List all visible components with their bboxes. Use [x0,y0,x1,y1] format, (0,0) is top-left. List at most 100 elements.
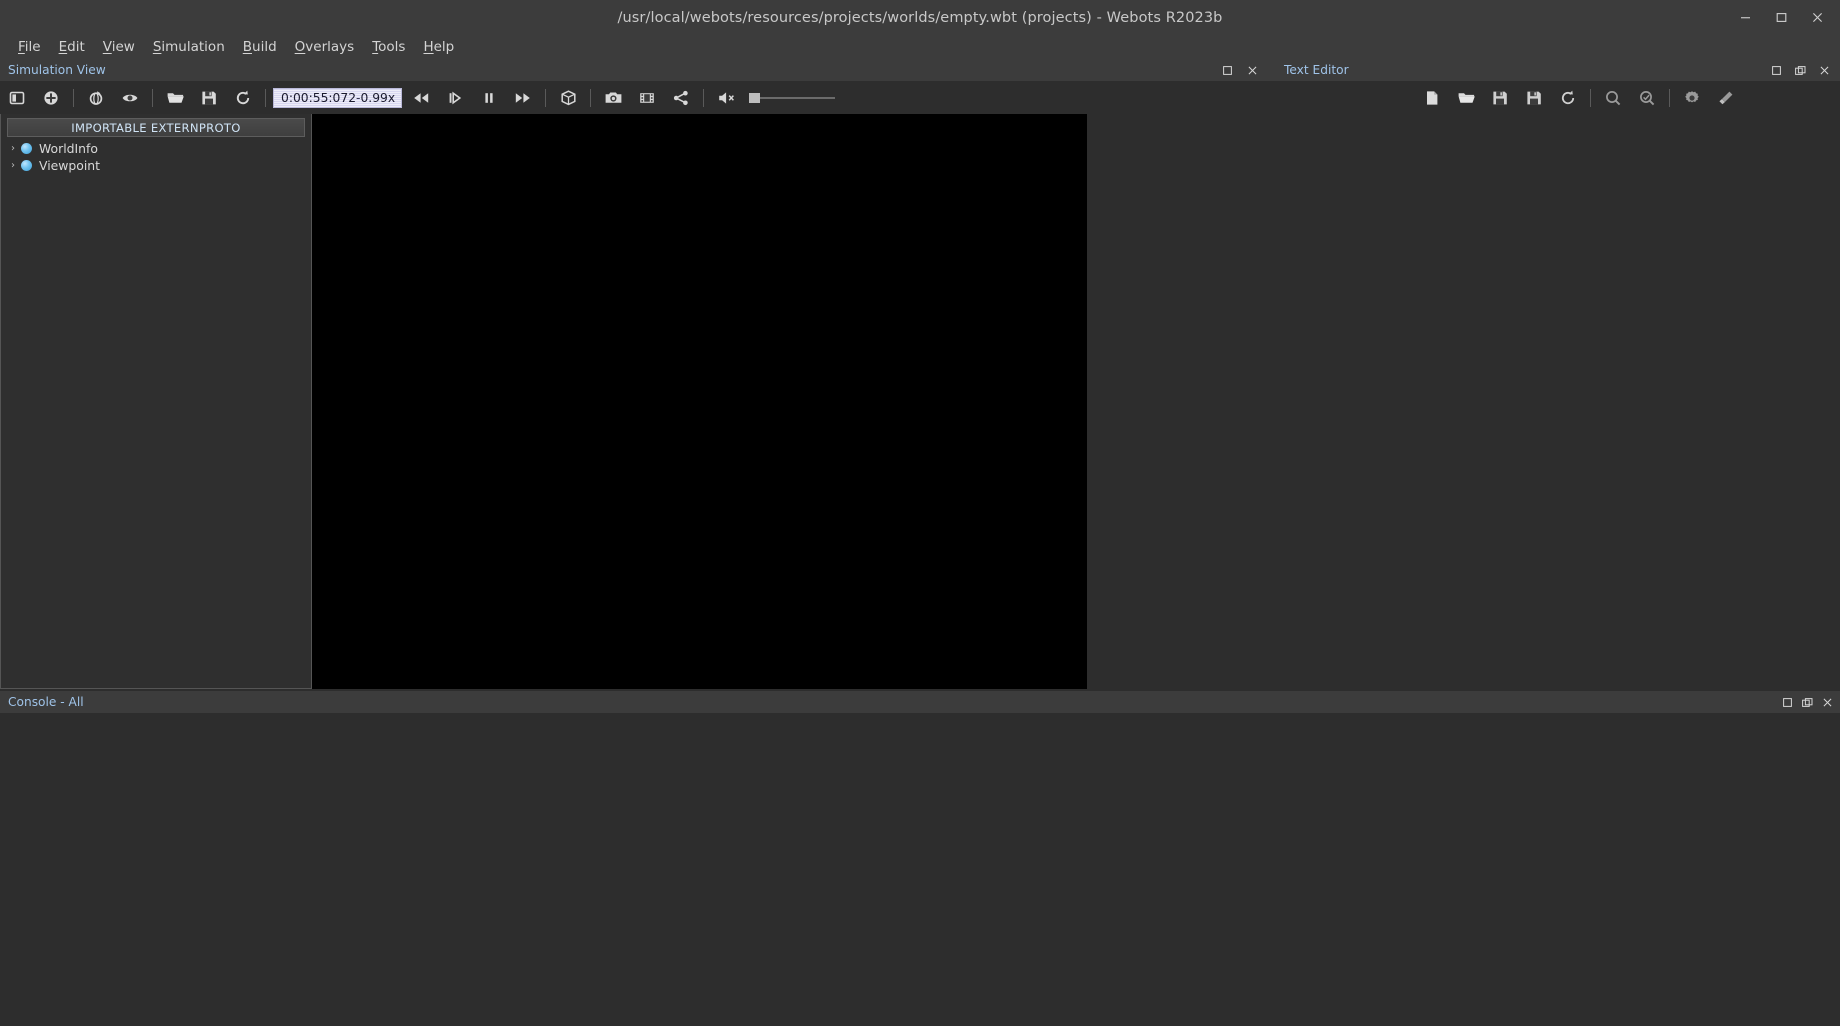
clean-button[interactable] [1709,83,1743,113]
open-world-button[interactable] [158,83,192,113]
menu-view[interactable]: View [94,37,144,57]
menu-bar: File Edit View Simulation Build Overlays… [0,35,1840,59]
sound-volume-button[interactable] [709,83,743,113]
step-simulation-button[interactable] [438,83,472,113]
simulation-view-label: Simulation View [8,63,106,77]
tree-node-viewpoint[interactable]: › Viewpoint [1,157,311,174]
menu-overlays[interactable]: Overlays [286,37,364,57]
console-undock-button[interactable] [1778,693,1796,711]
find-replace-button[interactable] [1630,83,1664,113]
close-button[interactable] [1800,3,1834,33]
menu-tools-label: ools [378,39,406,55]
save-as-disk-icon [1527,91,1541,104]
screenshot-button[interactable] [596,83,630,113]
editor-settings-button[interactable] [1675,83,1709,113]
console-output-area[interactable] [0,713,1840,1026]
menu-build[interactable]: Build [234,37,286,57]
importable-externproto-button[interactable]: IMPORTABLE EXTERNPROTO [7,118,305,137]
menu-simulation[interactable]: Simulation [144,37,234,57]
rendering-button[interactable] [551,83,585,113]
console-window-controls [1778,693,1836,711]
fast-forward-icon [515,92,530,103]
pause-simulation-button[interactable] [472,83,506,113]
node-sphere-icon [21,160,32,171]
menu-help-label: elp [433,39,455,55]
window-title: /usr/local/webots/resources/projects/wor… [617,9,1223,26]
tree-node-label: Viewpoint [39,158,101,173]
orientation-button[interactable] [79,83,113,113]
eye-icon [122,94,138,101]
view-button[interactable] [113,83,147,113]
window-controls [1728,0,1834,35]
save-as-file-button[interactable] [1517,83,1551,113]
orientation-icon [89,90,103,105]
menu-overlays-label: verlays [305,39,355,55]
toggle-sidebar-button[interactable] [0,83,34,113]
toolbar-separator [545,88,546,107]
step-icon [449,91,462,104]
panel-header-strip: Simulation View Text Editor [0,59,1840,81]
new-file-icon [1427,90,1438,105]
save-world-button[interactable] [192,83,226,113]
console-float-button[interactable] [1798,693,1816,711]
revert-file-button[interactable] [1551,83,1585,113]
menu-help-mnemonic: H [423,39,434,55]
volume-slider[interactable] [749,89,835,107]
open-file-button[interactable] [1449,83,1483,113]
save-file-button[interactable] [1483,83,1517,113]
save-disk-icon [1493,91,1507,104]
clean-brush-icon [1719,91,1733,104]
text-editor-close-button[interactable] [1815,61,1833,79]
toolbar-separator [265,88,266,107]
text-editor-undock-button[interactable] [1767,61,1785,79]
share-button[interactable] [664,83,698,113]
tree-node-worldinfo[interactable]: › WorldInfo [1,140,311,157]
volume-slider-handle[interactable] [749,92,760,103]
reset-simulation-button[interactable] [404,83,438,113]
text-editor-toolbar [1415,81,1743,114]
find-button[interactable] [1596,83,1630,113]
tree-node-label: WorldInfo [39,141,98,156]
add-node-icon [44,90,58,105]
simulation-time-field[interactable]: 0:00:55:072 - 0.99x [273,87,402,108]
console-close-button[interactable] [1818,693,1836,711]
text-editor-area[interactable] [1087,114,1840,689]
toolbar-separator [1669,88,1670,107]
node-sphere-icon [21,143,32,154]
text-editor-float-button[interactable] [1791,61,1809,79]
menu-tools[interactable]: Tools [363,37,414,57]
scene-tree-panel: IMPORTABLE EXTERNPROTO › WorldInfo › Vie… [0,114,312,689]
menu-edit-label: dit [67,39,85,55]
make-movie-button[interactable] [630,83,664,113]
revert-icon [1561,90,1575,104]
simulation-speed-value: 0.99x [360,90,396,105]
simulation-toolbar: 0:00:55:072 - 0.99x [0,81,835,114]
new-file-button[interactable] [1415,83,1449,113]
menu-build-mnemonic: B [242,39,253,55]
reload-world-button[interactable] [226,83,260,113]
menu-edit[interactable]: Edit [50,37,94,57]
toggle-sidebar-icon [9,91,25,104]
menu-simulation-label: imulation [161,39,225,55]
title-bar: /usr/local/webots/resources/projects/wor… [0,0,1840,35]
menu-file-label: ile [24,39,41,55]
expand-chevron-icon[interactable]: › [5,143,21,154]
share-icon [673,90,688,105]
maximize-button[interactable] [1764,3,1798,33]
menu-help[interactable]: Help [414,37,463,57]
reload-icon [236,90,250,104]
simulation-3d-viewport[interactable] [312,114,1087,689]
add-node-button[interactable] [34,83,68,113]
minimize-button[interactable] [1728,3,1762,33]
menu-overlays-mnemonic: O [294,39,306,55]
simulation-view-undock-button[interactable] [1218,61,1236,79]
menu-view-mnemonic: V [102,39,112,55]
fast-mode-button[interactable] [506,83,540,113]
scene-tree-list: › WorldInfo › Viewpoint [1,140,311,174]
menu-file[interactable]: File [9,37,50,57]
open-folder-icon [167,92,184,103]
expand-chevron-icon[interactable]: › [5,160,21,171]
toolbar-separator [703,88,704,107]
open-folder-icon [1458,92,1475,103]
simulation-view-close-button[interactable] [1243,61,1261,79]
